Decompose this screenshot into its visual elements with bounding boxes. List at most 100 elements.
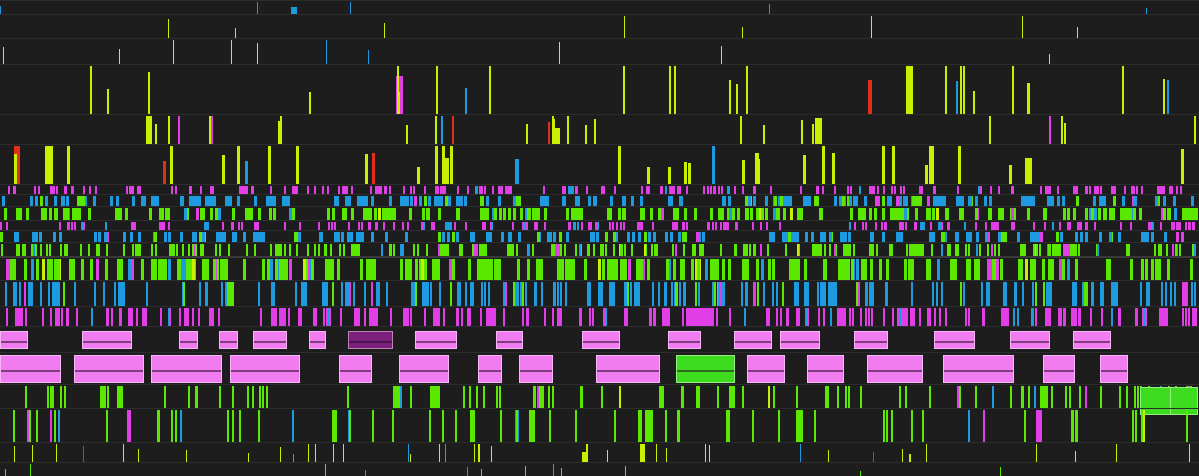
clip[interactable] [1185, 222, 1187, 230]
clip[interactable] [344, 186, 346, 194]
clip[interactable] [596, 222, 598, 230]
clip[interactable] [981, 282, 983, 306]
clip[interactable] [902, 449, 903, 462]
clip[interactable] [475, 186, 477, 194]
clip[interactable] [1059, 259, 1062, 281]
clip[interactable] [343, 244, 345, 256]
clip[interactable] [131, 222, 136, 230]
clip[interactable] [746, 208, 749, 220]
clip[interactable] [772, 282, 774, 306]
clip[interactable] [575, 244, 577, 256]
clip[interactable] [481, 282, 483, 306]
clip[interactable] [729, 208, 732, 220]
clip[interactable] [1140, 282, 1142, 306]
clip[interactable] [456, 232, 459, 242]
clip[interactable] [822, 146, 825, 184]
clip[interactable] [1003, 282, 1005, 306]
clip[interactable] [50, 410, 52, 442]
clip[interactable] [579, 244, 581, 256]
clip[interactable] [1192, 308, 1197, 326]
clip[interactable] [664, 282, 667, 306]
clip[interactable] [138, 449, 139, 462]
clip[interactable] [1025, 158, 1032, 184]
clip[interactable] [72, 259, 75, 281]
clip[interactable] [882, 146, 885, 184]
clip[interactable] [98, 244, 100, 256]
audio-clip[interactable] [179, 331, 198, 349]
clip[interactable] [1160, 244, 1162, 256]
clip[interactable] [1133, 208, 1136, 220]
clip[interactable] [74, 282, 76, 306]
clip[interactable] [911, 410, 913, 442]
clip[interactable] [111, 308, 113, 326]
clip[interactable] [1076, 410, 1078, 442]
clip[interactable] [715, 222, 717, 230]
clip[interactable] [934, 196, 937, 206]
clip[interactable] [673, 259, 676, 281]
clip[interactable] [691, 259, 694, 281]
clip[interactable] [769, 4, 770, 14]
clip[interactable] [53, 232, 56, 242]
clip[interactable] [912, 196, 915, 206]
clip[interactable] [243, 232, 246, 242]
clip[interactable] [16, 244, 20, 256]
clip[interactable] [879, 259, 882, 281]
clip[interactable] [598, 259, 601, 281]
clip[interactable] [452, 232, 455, 242]
clip[interactable] [697, 259, 700, 281]
clip[interactable] [117, 259, 120, 281]
clip[interactable] [284, 244, 286, 256]
clip[interactable] [609, 208, 612, 220]
clip[interactable] [384, 208, 387, 220]
clip[interactable] [314, 244, 316, 256]
clip[interactable] [780, 196, 783, 206]
clip[interactable] [912, 244, 914, 256]
clip[interactable] [378, 282, 380, 306]
clip[interactable] [1133, 196, 1136, 206]
clip[interactable] [830, 308, 832, 326]
clip[interactable] [25, 386, 27, 408]
clip[interactable] [93, 196, 96, 206]
clip[interactable] [386, 282, 388, 306]
clip[interactable] [148, 72, 150, 114]
clip[interactable] [1030, 232, 1038, 242]
clip[interactable] [1173, 222, 1175, 230]
clip[interactable] [406, 125, 408, 144]
clip[interactable] [1164, 308, 1166, 326]
clip[interactable] [1091, 208, 1094, 220]
clip[interactable] [501, 232, 504, 242]
clip[interactable] [228, 244, 230, 256]
clip[interactable] [892, 146, 895, 184]
clip[interactable] [438, 232, 441, 242]
clip[interactable] [268, 196, 271, 206]
clip[interactable] [1056, 232, 1059, 242]
clip[interactable] [750, 208, 753, 220]
clip[interactable] [216, 232, 223, 242]
clip[interactable] [467, 467, 468, 476]
clip[interactable] [435, 308, 437, 326]
clip[interactable] [958, 146, 961, 184]
track-17[interactable] [0, 352, 1199, 384]
clip[interactable] [886, 410, 888, 442]
clip[interactable] [829, 244, 831, 256]
clip[interactable] [714, 186, 716, 194]
track-03[interactable] [0, 38, 1199, 64]
clip[interactable] [712, 282, 714, 306]
clip[interactable] [680, 196, 683, 206]
clip[interactable] [703, 186, 705, 194]
clip[interactable] [1000, 467, 1001, 476]
clip[interactable] [1191, 282, 1193, 306]
clip[interactable] [1158, 259, 1161, 281]
clip[interactable] [415, 282, 417, 306]
clip[interactable] [188, 244, 190, 256]
clip[interactable] [868, 80, 872, 114]
clip[interactable] [883, 308, 885, 326]
clip[interactable] [348, 222, 350, 230]
clip[interactable] [298, 232, 301, 242]
clip[interactable] [998, 186, 1000, 194]
clip[interactable] [237, 146, 240, 184]
clip[interactable] [64, 186, 66, 194]
audio-clip[interactable] [780, 331, 820, 349]
clip[interactable] [1106, 259, 1109, 281]
clip[interactable] [13, 410, 15, 442]
